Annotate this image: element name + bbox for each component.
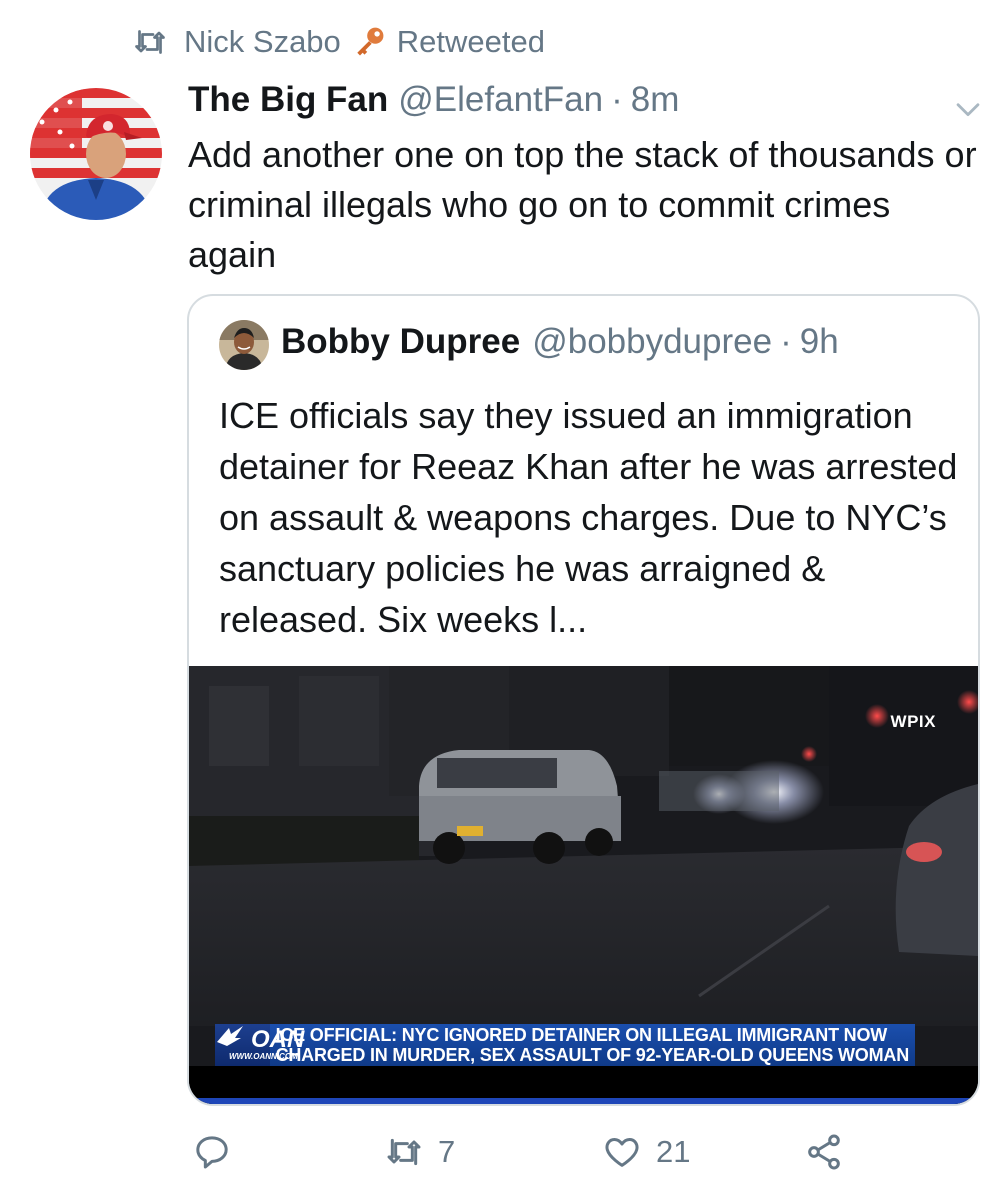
reply-button[interactable] <box>192 1132 232 1172</box>
retweet-icon <box>135 30 165 54</box>
like-count: 21 <box>656 1134 691 1169</box>
video-watermark: WPIX <box>890 712 936 731</box>
oan-logo-block: OAN WWW.OANN.COM <box>215 1024 304 1066</box>
oan-url-text: WWW.OANN.COM <box>229 1052 298 1061</box>
quoted-separator: · <box>780 322 792 361</box>
like-button[interactable]: 21 <box>602 1132 690 1172</box>
share-icon <box>808 1134 840 1170</box>
author-handle[interactable]: @ElefantFan <box>398 80 603 120</box>
quoted-timestamp: 9h <box>799 322 839 361</box>
tweet-text: Add another one on top the stack of thou… <box>188 134 977 275</box>
quoted-tweet-card[interactable]: Bobby Dupree @bobbydupree · 9h ICE offic… <box>187 294 980 1106</box>
chevron-down-icon[interactable] <box>951 92 985 126</box>
ticker-strip <box>189 1066 978 1098</box>
retweeted-label: Retweeted <box>396 24 546 59</box>
news-headline: ICE OFFICIAL: NYC IGNORED DETAINER ON IL… <box>269 1024 915 1066</box>
retweet-icon <box>387 1138 421 1166</box>
quoted-tweet-header: Bobby Dupree @bobbydupree · 9h <box>281 322 839 362</box>
quoted-display-name: Bobby Dupree <box>281 322 521 361</box>
headline-line-1: ICE OFFICIAL: NYC IGNORED DETAINER ON IL… <box>275 1025 888 1045</box>
quoted-author-avatar <box>219 320 269 370</box>
retweet-button[interactable]: 7 <box>384 1132 455 1172</box>
ticker-accent <box>189 1098 978 1104</box>
tweet-timestamp[interactable]: 8m <box>631 80 680 120</box>
author-display-name[interactable]: The Big Fan <box>188 80 388 120</box>
retweet-count: 7 <box>438 1134 456 1169</box>
headline-line-2: CHARGED IN MURDER, SEX ASSAULT OF 92-YEA… <box>275 1045 910 1065</box>
oan-logo-text: OAN <box>251 1026 305 1053</box>
share-button[interactable] <box>804 1132 844 1172</box>
header-separator: · <box>611 80 623 119</box>
eagle-icon <box>217 1026 243 1046</box>
tweet-header: The Big Fan @ElefantFan · 8m <box>188 80 679 128</box>
author-avatar[interactable] <box>30 88 162 220</box>
heart-icon <box>605 1138 639 1167</box>
retweeted-by-header: Nick Szabo Retweeted <box>132 22 545 62</box>
quoted-handle: @bobbydupree <box>532 322 773 361</box>
video-thumbnail[interactable]: WPIX OAN WWW.OANN.COM ICE OFFICIAL: NYC … <box>189 666 978 1104</box>
key-icon <box>357 27 384 56</box>
tweet-action-bar: 7 21 <box>188 1132 888 1182</box>
reply-icon <box>196 1136 228 1169</box>
quoted-tweet-text: ICE officials say they issued an immigra… <box>219 395 958 640</box>
news-lower-third: OAN WWW.OANN.COM ICE OFFICIAL: NYC IGNOR… <box>215 1024 915 1066</box>
retweeter-name[interactable]: Nick Szabo <box>184 24 341 60</box>
